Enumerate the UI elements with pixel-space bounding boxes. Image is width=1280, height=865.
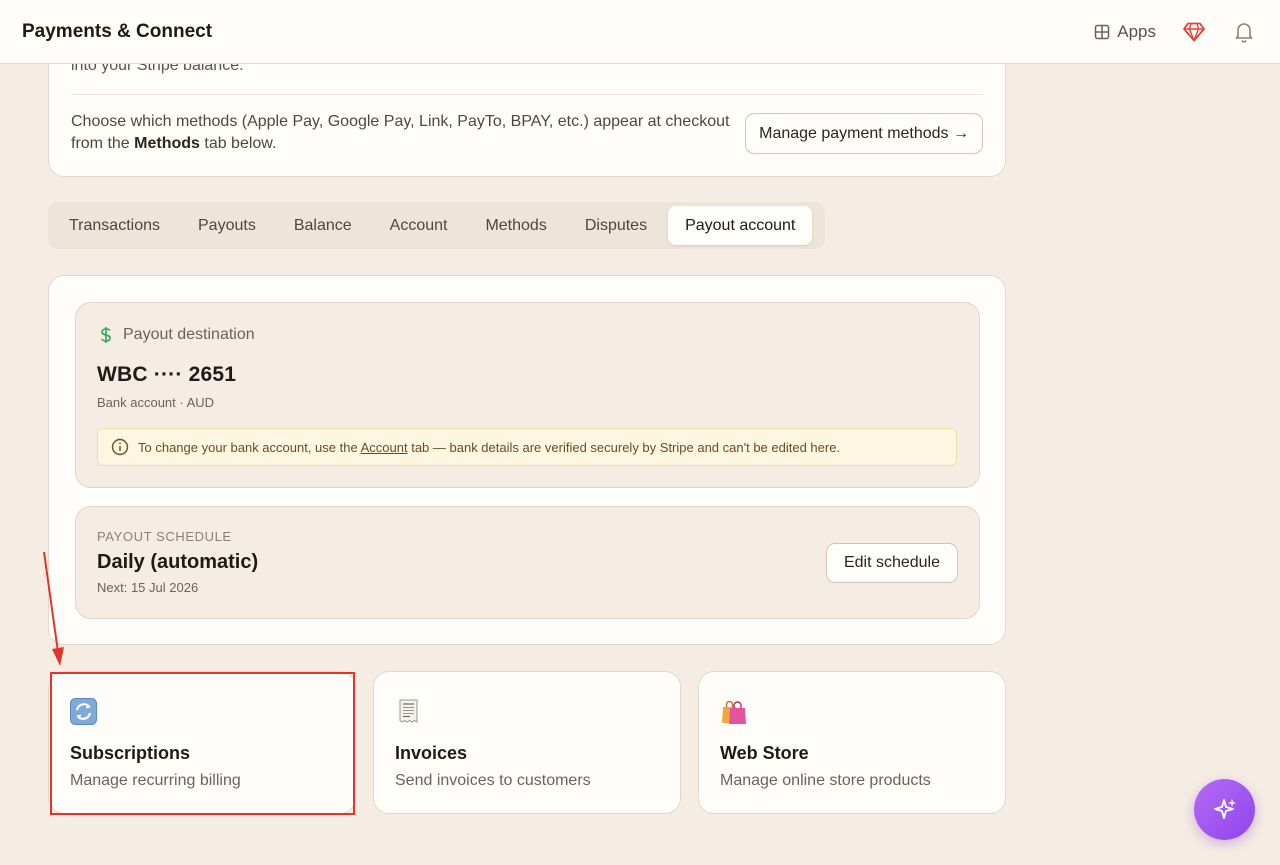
tab-account[interactable]: Account bbox=[373, 206, 465, 245]
apps-label: Apps bbox=[1117, 21, 1156, 41]
top-bar-actions: Apps bbox=[1094, 20, 1258, 44]
payout-schedule-value: Daily (automatic) bbox=[97, 551, 259, 573]
payout-account-panel: Payout destination WBC ···· 2651 Bank ac… bbox=[48, 275, 1006, 645]
subscriptions-subtitle: Manage recurring billing bbox=[70, 772, 241, 789]
tab-balance[interactable]: Balance bbox=[277, 206, 369, 245]
notice-text-end: tab — bank details are verified securely… bbox=[407, 439, 841, 455]
info-icon bbox=[111, 438, 129, 456]
apps-button[interactable]: Apps bbox=[1094, 22, 1156, 42]
tab-disputes[interactable]: Disputes bbox=[568, 206, 664, 245]
payout-destination-heading: Payout destination bbox=[98, 326, 255, 344]
payout-destination-label: Payout destination bbox=[123, 326, 255, 343]
gem-button[interactable] bbox=[1182, 20, 1206, 44]
notice-text-start: To change your bank account, use the bbox=[138, 439, 361, 455]
grid-icon bbox=[1095, 24, 1110, 39]
next-payout-date: Next: 15 Jul 2026 bbox=[97, 580, 199, 595]
manage-payment-methods-button[interactable]: Manage payment methods → bbox=[745, 113, 983, 154]
sparkles-icon bbox=[1213, 798, 1236, 819]
methods-description-end: tab below. bbox=[199, 135, 277, 152]
payout-destination-section: Payout destination WBC ···· 2651 Bank ac… bbox=[75, 302, 980, 488]
notice-text: To change your bank account, use the Acc… bbox=[138, 440, 840, 455]
edit-schedule-button[interactable]: Edit schedule bbox=[825, 543, 958, 583]
top-bar: Payments & Connect Apps bbox=[0, 0, 1280, 64]
invoices-subtitle: Send invoices to customers bbox=[395, 772, 591, 789]
subscriptions-card[interactable]: Subscriptions Manage recurring billing bbox=[48, 671, 356, 814]
account-tab-link[interactable]: Account bbox=[361, 440, 408, 455]
page-title: Payments & Connect bbox=[22, 20, 213, 42]
bank-account-type: Bank account · AUD bbox=[97, 395, 215, 410]
payout-schedule-section: PAYOUT SCHEDULE Daily (automatic) Next: … bbox=[75, 506, 980, 619]
ai-assistant-button[interactable] bbox=[1194, 779, 1255, 840]
web-store-subtitle: Manage online store products bbox=[720, 772, 931, 789]
payout-schedule-label: PAYOUT SCHEDULE bbox=[97, 529, 232, 544]
methods-tab-reference: Methods bbox=[134, 135, 200, 152]
invoices-title: Invoices bbox=[395, 743, 468, 763]
notifications-button[interactable] bbox=[1232, 20, 1256, 44]
dollar-icon bbox=[101, 327, 111, 343]
arrows-cycle-icon bbox=[70, 698, 97, 725]
bell-icon bbox=[1235, 22, 1253, 43]
divider bbox=[71, 94, 983, 95]
tab-payout-account[interactable]: Payout account bbox=[668, 206, 813, 245]
bank-change-notice: To change your bank account, use the Acc… bbox=[97, 428, 957, 466]
tab-payouts[interactable]: Payouts bbox=[181, 206, 273, 245]
annotation-arrow bbox=[43, 551, 64, 666]
methods-description: Choose which methods (Apple Pay, Google … bbox=[71, 111, 731, 155]
tab-methods[interactable]: Methods bbox=[468, 206, 563, 245]
web-store-title: Web Store bbox=[720, 743, 809, 763]
tab-transactions[interactable]: Transactions bbox=[52, 206, 177, 245]
bank-account-number: WBC ···· 2651 bbox=[97, 363, 237, 386]
tab-bar: Transactions Payouts Balance Account Met… bbox=[48, 202, 825, 249]
shopping-bags-icon bbox=[722, 700, 746, 724]
receipt-icon bbox=[399, 699, 418, 723]
invoices-card[interactable]: Invoices Send invoices to customers bbox=[373, 671, 681, 814]
gem-icon bbox=[1183, 22, 1205, 41]
subscriptions-title: Subscriptions bbox=[70, 743, 191, 763]
web-store-card[interactable]: Web Store Manage online store products bbox=[698, 671, 1006, 814]
